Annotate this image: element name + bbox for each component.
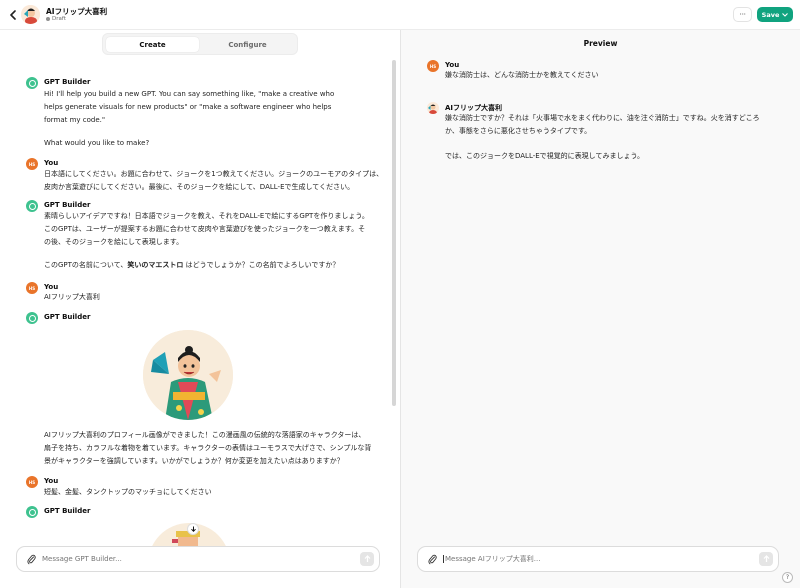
message-text: このGPTの名前について、笑いのマエストロ はどうでしょうか？この名前でよろしい… <box>44 259 339 272</box>
more-options-button[interactable]: ··· <box>733 7 752 22</box>
message-text: 素晴らしいアイデアですね！日本語でジョークを教え、それをDALL-Eで絵にするG… <box>44 210 369 250</box>
message-line: 日本語にしてください。お題に合わせて、ジョークを1つ教えてください。ジョークのユ… <box>44 170 384 178</box>
message-text: What would you like to make? <box>44 139 150 147</box>
message-sender: GPT Builder <box>44 78 91 86</box>
message-sender: You <box>44 159 59 167</box>
gpt-builder-icon <box>26 312 38 324</box>
preview-message-input[interactable] <box>443 555 743 563</box>
message-sender: You <box>44 477 59 485</box>
user-avatar: HS <box>427 60 439 72</box>
scrollbar-thumb[interactable] <box>392 60 396 406</box>
send-button[interactable] <box>360 552 374 566</box>
message-line: の後、そのジョークを絵にして表現します。 <box>44 238 184 247</box>
builder-message-input[interactable] <box>42 555 342 563</box>
download-icon[interactable] <box>187 523 199 535</box>
save-button-label: Save <box>761 10 780 19</box>
tab-create[interactable]: Create <box>106 37 199 52</box>
message-text: AIフリップ大喜利のプロフィール画像ができました！この漫画風の伝統的な落語家のキ… <box>44 429 371 469</box>
text-span: はどうでしょうか？この名前でよろしいですか？ <box>183 261 340 269</box>
message-line: か、事態をさらに悪化させちゃうタイプです。 <box>445 127 592 136</box>
message-line: AIフリップ大喜利のプロフィール画像ができました！この漫画風の伝統的な落語家のキ… <box>44 431 366 439</box>
back-arrow-icon[interactable] <box>6 8 20 22</box>
message-line: helps generate visuals for new products"… <box>44 103 332 112</box>
status-dot-icon <box>46 17 50 21</box>
chevron-down-icon <box>782 12 789 17</box>
preview-message-composer <box>417 546 779 572</box>
help-button[interactable]: ? <box>782 572 793 583</box>
generated-profile-image[interactable] <box>143 330 233 420</box>
gpt-builder-icon <box>26 200 38 212</box>
user-avatar: HS <box>26 282 38 294</box>
message-text: Hi! I'll help you build a new GPT. You c… <box>44 88 334 128</box>
message-sender: GPT Builder <box>44 507 91 515</box>
message-line: Hi! I'll help you build a new GPT. You c… <box>44 90 335 98</box>
preview-panel: Preview HS You 嫌な消防士は、どんな消防士かを教えてください AI… <box>401 30 800 588</box>
draft-status: Draft <box>46 16 66 22</box>
preview-title: Preview <box>583 39 618 48</box>
message-text: AIフリップ大喜利 <box>44 293 100 301</box>
gpt-builder-icon <box>26 77 38 89</box>
gpt-avatar-thumbnail <box>21 5 40 24</box>
gpt-builder-icon <box>26 506 38 518</box>
message-text: 短髪、金髪、タンクトップのマッチョにしてください <box>44 488 212 496</box>
suggested-name: 笑いのマエストロ <box>127 261 184 269</box>
user-avatar: HS <box>26 158 38 170</box>
message-text: 嫌な消防士は、どんな消防士かを教えてください <box>445 71 599 79</box>
message-text: では、このジョークをDALL-Eで視覚的に表現してみましょう。 <box>445 152 645 160</box>
paperclip-icon[interactable] <box>25 553 37 565</box>
message-sender: GPT Builder <box>44 201 91 209</box>
message-sender: You <box>445 61 460 69</box>
message-sender: GPT Builder <box>44 313 91 321</box>
arrow-up-icon <box>763 555 769 562</box>
top-bar: AIフリップ大喜利 Draft ··· Save <box>0 0 800 30</box>
send-button[interactable] <box>759 552 773 566</box>
arrow-up-icon <box>364 555 370 562</box>
builder-message-composer <box>16 546 380 572</box>
message-line: 皮肉か言葉遊びにしてください。最後に、そのジョークを絵にして、DALL-Eで生成… <box>44 183 355 192</box>
message-line: 景がキャラクターを強調しています。いかがでしょうか？何か変更を加えたい点はありま… <box>44 457 344 466</box>
message-text: 嫌な消防士ですか？それは「火事場で水をまく代わりに、油を注ぐ消防士」ですね。火を… <box>445 112 760 138</box>
message-line: このGPTは、ユーザーが提案するお題に合わせて皮肉や言葉遊びを使ったジョークを一… <box>44 225 366 234</box>
builder-panel: Create Configure GPT Builder Hi! I'll he… <box>0 30 400 588</box>
tab-configure[interactable]: Configure <box>201 37 294 52</box>
message-line: 扇子を持ち、カラフルな着物を着ています。キャラクターの表情はユーモラスで大げさで… <box>44 444 372 453</box>
gpt-avatar-small <box>427 102 439 114</box>
user-avatar: HS <box>26 476 38 488</box>
text-span: このGPTの名前について、 <box>44 261 128 269</box>
draft-status-label: Draft <box>52 16 66 22</box>
message-line: format my code." <box>44 116 106 125</box>
save-button[interactable]: Save <box>757 7 793 22</box>
message-line: 嫌な消防士ですか？それは「火事場で水をまく代わりに、油を注ぐ消防士」ですね。火を… <box>445 114 760 122</box>
message-line: 素晴らしいアイデアですね！日本語でジョークを教え、それをDALL-Eで絵にするG… <box>44 212 369 220</box>
message-text: 日本語にしてください。お題に合わせて、ジョークを1つ教えてください。ジョークのユ… <box>44 168 383 194</box>
paperclip-icon[interactable] <box>426 553 438 565</box>
create-configure-tabs: Create Configure <box>102 33 298 55</box>
message-sender: You <box>44 283 59 291</box>
